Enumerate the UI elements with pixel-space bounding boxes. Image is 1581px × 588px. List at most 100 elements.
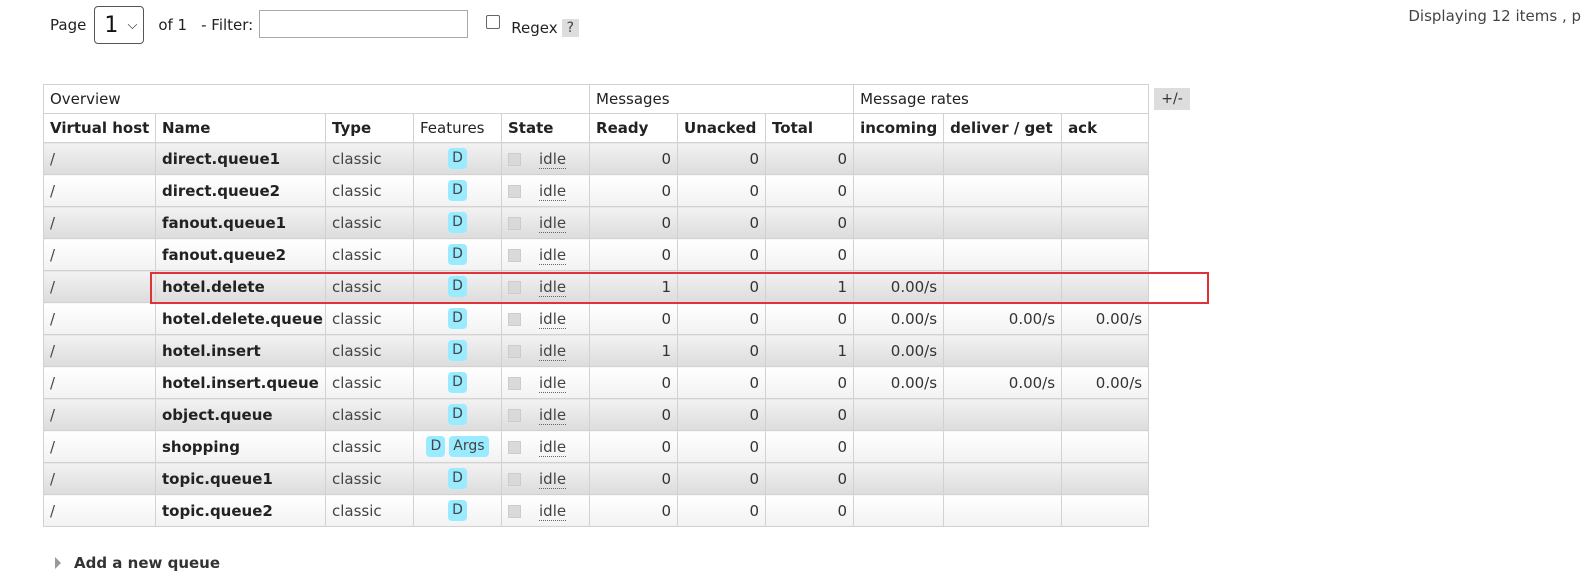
state-cell: idle — [500, 430, 591, 463]
incoming-rate-cell: 0.00/s — [853, 270, 945, 303]
add-queue-label: Add a new queue — [74, 554, 221, 572]
columns-toggle-button[interactable]: +/- — [1154, 88, 1190, 110]
type-cell: classic — [325, 206, 414, 239]
regex-checkbox[interactable] — [486, 15, 501, 29]
queue-rows: / direct.queue1 classic Didle 0 0 0/direct.que… — [43, 142, 1150, 527]
total-cell: 0 — [765, 462, 855, 495]
group-messages: Messages — [589, 84, 855, 114]
state-label: idle — [539, 277, 567, 297]
regex-help-button[interactable]: ? — [561, 19, 580, 37]
state-label: idle — [539, 181, 567, 201]
type-cell: classic — [325, 398, 414, 431]
queue-name-link[interactable]: hotel.delete — [155, 270, 326, 303]
queue-name-link[interactable]: hotel.insert — [155, 334, 326, 367]
vhost-cell: / — [43, 238, 156, 271]
ready-cell: 1 — [589, 334, 679, 367]
state-cell: idle — [500, 462, 591, 495]
table-row: / fanout.queue1 classic Didle 0 0 0 — [43, 206, 1150, 239]
type-cell: classic — [325, 174, 414, 207]
col-type[interactable]: Type — [325, 113, 414, 143]
queue-name-link[interactable]: hotel.delete.queue — [155, 302, 326, 335]
col-name[interactable]: Name — [155, 113, 326, 143]
queue-name-link[interactable]: topic.queue2 — [155, 494, 326, 527]
state-square-icon — [508, 280, 521, 294]
deliver-get-rate-cell — [943, 462, 1063, 495]
col-deliver-get[interactable]: deliver / get — [943, 113, 1063, 143]
features-cell: D — [413, 174, 502, 207]
queue-name-link[interactable]: shopping — [155, 430, 326, 463]
unacked-cell: 0 — [677, 334, 767, 367]
table-row: / hotel.delete.queue classic Didle 0 0 0 0.00/s… — [43, 302, 1150, 335]
queue-name-link[interactable]: fanout.queue2 — [155, 238, 326, 271]
type-cell: classic — [325, 366, 414, 399]
vhost-cell: / — [43, 366, 156, 399]
add-queue-section[interactable]: Add a new queue — [55, 554, 220, 572]
queue-name-link[interactable]: fanout.queue1 — [155, 206, 326, 239]
unacked-cell: 0 — [677, 238, 767, 271]
col-state[interactable]: State — [500, 113, 591, 143]
queue-name-link[interactable]: object.queue — [155, 398, 326, 431]
table-row: / topic.queue2 classic Didle 0 0 0 — [43, 494, 1150, 527]
ack-rate-cell — [1061, 398, 1150, 431]
state-cell: idle — [500, 334, 591, 367]
incoming-rate-cell — [853, 142, 945, 175]
col-ready[interactable]: Ready — [589, 113, 679, 143]
queue-name-link[interactable]: direct.queue2 — [155, 174, 326, 207]
page-select[interactable]: 1 ⌵ — [94, 6, 145, 44]
queue-name-link[interactable]: hotel.insert.queue — [155, 366, 326, 399]
state-cell: idle — [500, 174, 591, 207]
col-total[interactable]: Total — [765, 113, 855, 143]
chevron-down-icon: ⌵ — [127, 17, 138, 33]
table-row: / direct.queue1 classic Didle 0 0 0 — [43, 142, 1150, 175]
col-incoming[interactable]: incoming — [853, 113, 945, 143]
total-cell: 0 — [765, 398, 855, 431]
regex-label: Regex — [511, 19, 558, 37]
deliver-get-rate-cell — [943, 142, 1063, 175]
vhost-cell: / — [43, 142, 156, 175]
vhost-cell: / — [43, 430, 156, 463]
deliver-get-rate-cell: 0.00/s — [943, 302, 1063, 335]
features-cell: D — [413, 494, 502, 527]
type-cell: classic — [325, 302, 414, 335]
col-unacked[interactable]: Unacked — [677, 113, 767, 143]
type-cell: classic — [325, 142, 414, 175]
ready-cell: 0 — [589, 398, 679, 431]
total-cell: 0 — [765, 174, 855, 207]
state-square-icon — [508, 504, 521, 518]
feature-badge: D — [448, 500, 467, 521]
state-square-icon — [508, 408, 521, 422]
state-cell: idle — [500, 302, 591, 335]
state-cell: idle — [500, 494, 591, 527]
total-cell: 0 — [765, 494, 855, 527]
incoming-rate-cell — [853, 398, 945, 431]
ack-rate-cell — [1061, 494, 1150, 527]
incoming-rate-cell: 0.00/s — [853, 334, 945, 367]
state-cell: idle — [500, 270, 591, 303]
group-message-rates: Message rates — [853, 84, 1150, 114]
table-row: / object.queue classic Didle 0 0 0 — [43, 398, 1150, 431]
col-virtual-host[interactable]: Virtual host — [43, 113, 156, 143]
ack-rate-cell — [1061, 334, 1150, 367]
total-cell: 1 — [765, 334, 855, 367]
filter-input[interactable] — [259, 10, 469, 38]
feature-badge: D — [448, 180, 467, 201]
page-select-value: 1 — [104, 12, 119, 38]
queue-name-link[interactable]: direct.queue1 — [155, 142, 326, 175]
feature-badge: D — [448, 340, 467, 361]
ack-rate-cell — [1061, 430, 1150, 463]
state-label: idle — [539, 245, 567, 265]
feature-badge: D — [448, 372, 467, 393]
state-cell: idle — [500, 142, 591, 175]
state-label: idle — [539, 213, 567, 233]
total-cell: 0 — [765, 206, 855, 239]
state-label: idle — [539, 405, 567, 425]
state-label: idle — [539, 309, 567, 329]
table-row: / hotel.insert.queue classic Didle 0 0 0 0.00/s… — [43, 366, 1150, 399]
type-cell: classic — [325, 270, 414, 303]
features-cell: D — [413, 142, 502, 175]
incoming-rate-cell — [853, 174, 945, 207]
queue-name-link[interactable]: topic.queue1 — [155, 462, 326, 495]
feature-badge: D — [448, 308, 467, 329]
col-ack[interactable]: ack — [1061, 113, 1150, 143]
ack-rate-cell — [1061, 270, 1150, 303]
